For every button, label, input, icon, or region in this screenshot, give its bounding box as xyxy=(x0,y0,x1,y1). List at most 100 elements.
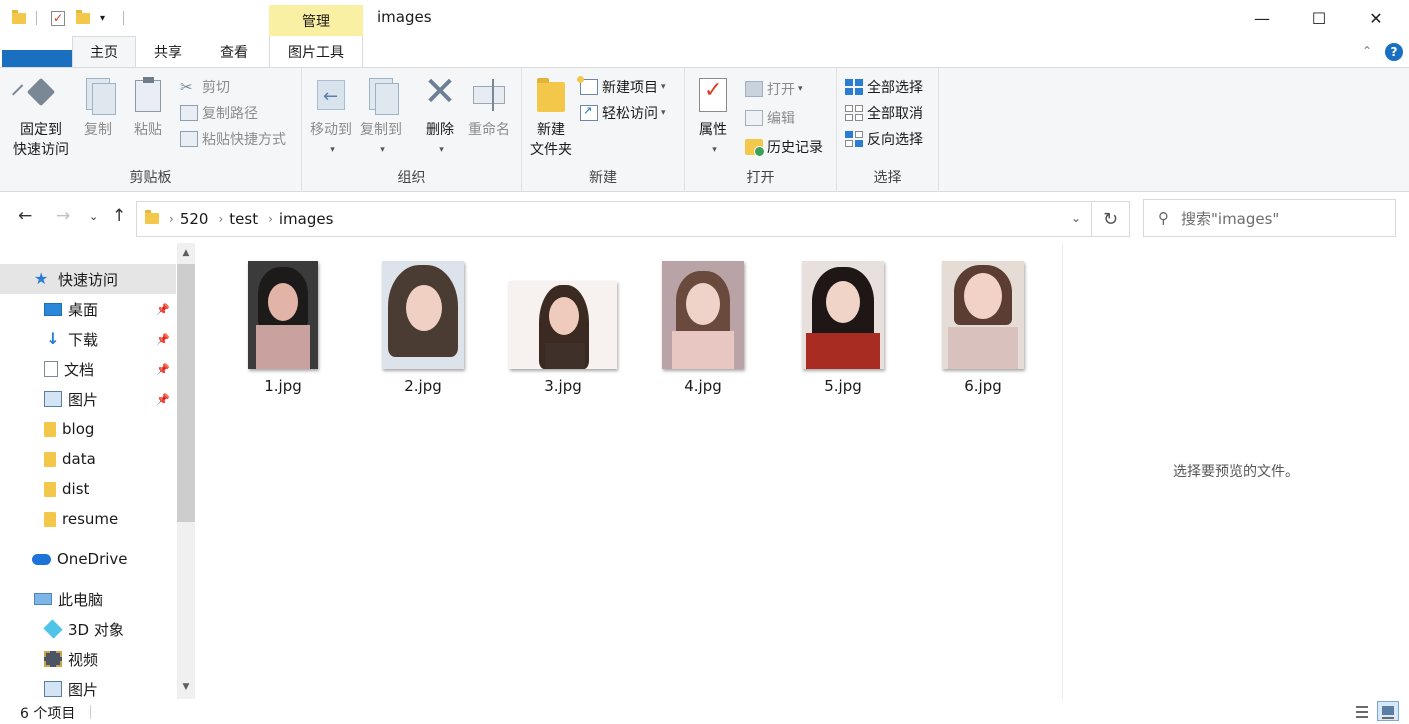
back-arrow-icon[interactable]: ← xyxy=(18,206,32,226)
up-arrow-icon[interactable]: ↑ xyxy=(112,206,126,226)
breadcrumb-images[interactable]: images xyxy=(279,210,334,228)
move-to-icon xyxy=(313,76,349,114)
search-box[interactable]: ⚲ 搜索"images" xyxy=(1143,199,1396,237)
file-item-5[interactable]: 5.jpg xyxy=(788,257,898,397)
file-item-6[interactable]: 6.jpg xyxy=(928,257,1038,397)
nav-item-dist[interactable]: dist xyxy=(0,474,176,504)
help-icon[interactable]: ? xyxy=(1385,43,1403,61)
paste-button[interactable]: 粘贴 xyxy=(128,76,168,140)
new-item-icon xyxy=(577,76,598,95)
new-item-button[interactable]: 新建项目 ▾ xyxy=(577,76,666,98)
copy-path-button[interactable]: 复制路径 xyxy=(180,102,258,124)
properties-quick-icon[interactable]: ✓ xyxy=(51,9,65,27)
item-count: 6 个项目 xyxy=(20,706,76,722)
new-folder-icon xyxy=(533,76,569,114)
minimize-button[interactable]: — xyxy=(1233,0,1291,36)
move-to-button[interactable]: 移动到 ▾ xyxy=(308,76,354,160)
nav-item-desktop[interactable]: 桌面 📌 xyxy=(0,294,176,324)
nav-item-blog[interactable]: blog xyxy=(0,414,176,444)
address-bar[interactable]: › 520 › test › images ⌄ xyxy=(136,201,1092,237)
recent-locations-chevron-icon[interactable]: ⌄ xyxy=(89,210,98,223)
history-button[interactable]: 历史记录 xyxy=(745,136,823,158)
tab-home[interactable]: 主页 xyxy=(72,36,136,67)
file-item-4[interactable]: 4.jpg xyxy=(648,257,758,397)
image-thumbnail xyxy=(662,261,744,369)
file-name: 4.jpg xyxy=(684,377,722,395)
edit-button[interactable]: 编辑 xyxy=(745,107,795,129)
cut-button[interactable]: ✂ 剪切 xyxy=(180,76,230,98)
tab-share[interactable]: 共享 xyxy=(136,36,200,67)
delete-button[interactable]: ✕ 删除 ▾ xyxy=(420,72,460,160)
copy-button[interactable]: 复制 xyxy=(78,76,118,140)
file-name: 6.jpg xyxy=(964,377,1002,395)
film-icon xyxy=(44,651,62,667)
nav-onedrive[interactable]: OneDrive xyxy=(0,544,176,574)
close-button[interactable]: ✕ xyxy=(1347,0,1405,36)
forward-arrow-icon[interactable]: → xyxy=(56,206,70,226)
new-folder-button[interactable]: 新建 文件夹 xyxy=(528,76,574,160)
maximize-button[interactable]: ☐ xyxy=(1290,0,1348,36)
scroll-up-arrow-icon[interactable]: ▲ xyxy=(177,243,195,263)
image-thumbnail xyxy=(382,261,464,369)
group-select: 全部选择 全部取消 反向选择 选择 xyxy=(837,68,939,192)
nav-item-documents[interactable]: 文档 📌 xyxy=(0,354,176,384)
copy-to-button[interactable]: 复制到 ▾ xyxy=(358,76,404,160)
nav-item-downloads[interactable]: ↓ 下载 📌 xyxy=(0,324,176,354)
group-label-clipboard: 剪贴板 xyxy=(129,170,172,186)
nav-item-pictures[interactable]: 图片 📌 xyxy=(0,384,176,414)
tab-view[interactable]: 查看 xyxy=(200,36,268,67)
select-all-button[interactable]: 全部选择 xyxy=(845,76,923,98)
search-placeholder: 搜索"images" xyxy=(1181,209,1280,228)
large-icons-view-icon[interactable] xyxy=(1377,701,1399,721)
star-icon: ★ xyxy=(34,269,49,288)
breadcrumb-520[interactable]: 520 xyxy=(180,210,209,228)
select-none-button[interactable]: 全部取消 xyxy=(845,102,923,124)
breadcrumb-chevron-icon[interactable]: › xyxy=(169,212,174,226)
breadcrumb-chevron-icon[interactable]: › xyxy=(218,212,223,226)
nav-item-data[interactable]: data xyxy=(0,444,176,474)
easy-access-button[interactable]: 轻松访问 ▾ xyxy=(580,102,666,124)
pictures-icon xyxy=(44,391,62,407)
paste-shortcut-icon xyxy=(180,131,198,147)
properties-button[interactable]: 属性 ▾ xyxy=(693,76,733,160)
invert-selection-button[interactable]: 反向选择 xyxy=(845,128,923,150)
paste-shortcut-button[interactable]: 粘贴快捷方式 xyxy=(180,128,286,150)
rename-icon xyxy=(471,76,507,114)
details-view-icon[interactable] xyxy=(1351,701,1373,721)
nav-scrollbar-thumb[interactable] xyxy=(177,264,195,522)
file-item-3[interactable]: 3.jpg xyxy=(508,257,618,397)
scroll-down-arrow-icon[interactable]: ▼ xyxy=(177,677,195,697)
address-dropdown-icon[interactable]: ⌄ xyxy=(1071,211,1081,225)
breadcrumb-chevron-icon[interactable]: › xyxy=(268,212,273,226)
title-bar: ✓ ▾ 管理 images — ☐ ✕ xyxy=(0,0,1409,36)
folder-icon xyxy=(12,9,26,27)
preview-message: 选择要预览的文件。 xyxy=(1173,464,1299,480)
select-none-icon xyxy=(845,105,863,121)
nav-item-3d-objects[interactable]: 3D 对象 xyxy=(0,614,176,644)
window-title: images xyxy=(377,8,432,26)
pin-to-quick-access-button[interactable]: 固定到 快速访问 xyxy=(8,76,74,160)
file-item-2[interactable]: 2.jpg xyxy=(368,257,478,397)
nav-quick-access[interactable]: ★ 快速访问 xyxy=(0,264,176,294)
file-item-1[interactable]: 1.jpg xyxy=(228,257,338,397)
nav-item-videos[interactable]: 视频 xyxy=(0,644,176,674)
customize-quick-access-icon[interactable]: ▾ xyxy=(100,9,105,27)
edit-icon xyxy=(745,110,763,126)
context-tab-manage: 管理 xyxy=(269,5,363,36)
file-name: 5.jpg xyxy=(824,377,862,395)
group-clipboard: 固定到 快速访问 复制 粘贴 ✂ 剪切 复制路径 粘贴快捷方式 剪贴板 xyxy=(0,68,302,192)
refresh-icon[interactable]: ↻ xyxy=(1092,201,1130,237)
status-bar: 6 个项目 xyxy=(0,699,1409,724)
collapse-ribbon-icon[interactable]: ⌃ xyxy=(1362,44,1372,58)
nav-item-pc-pictures[interactable]: 图片 xyxy=(0,674,176,699)
ribbon-tabs: 文件 主页 共享 查看 图片工具 ⌃ ? xyxy=(0,36,1409,190)
tab-picture-tools[interactable]: 图片工具 xyxy=(269,36,363,67)
copy-to-icon xyxy=(363,76,399,115)
nav-item-resume[interactable]: resume xyxy=(0,504,176,534)
rename-button[interactable]: 重命名 xyxy=(464,76,514,140)
open-button[interactable]: 打开 ▾ xyxy=(745,78,803,100)
breadcrumb-test[interactable]: test xyxy=(229,210,258,228)
image-thumbnail xyxy=(248,261,318,369)
new-folder-quick-icon[interactable] xyxy=(76,9,90,27)
nav-this-pc[interactable]: 此电脑 xyxy=(0,584,176,614)
